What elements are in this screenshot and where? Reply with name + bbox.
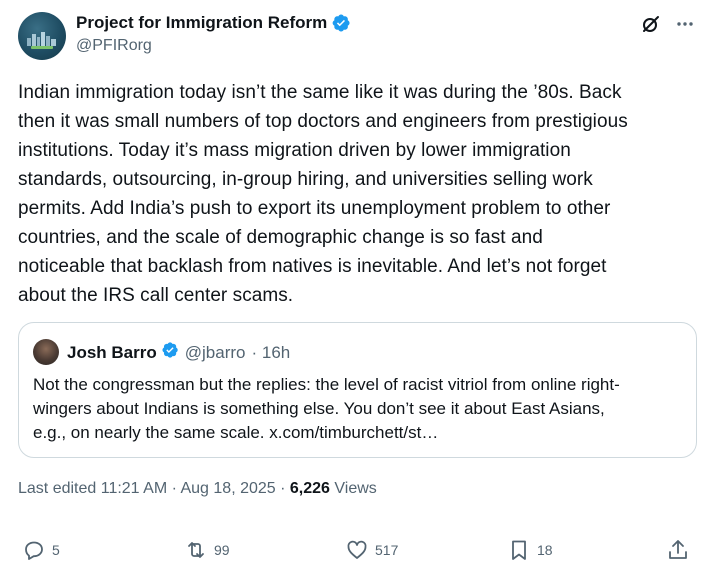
more-icon[interactable] xyxy=(675,14,695,34)
quote-tweet-card[interactable]: Josh Barro @jbarro · 16h Not the congres… xyxy=(18,322,697,458)
repost-count: 99 xyxy=(214,542,230,558)
bookmark-button[interactable]: 18 xyxy=(507,538,553,562)
quote-author-name: Josh Barro xyxy=(67,342,157,362)
avatar-logo-bar xyxy=(31,46,53,49)
share-button[interactable] xyxy=(666,538,690,562)
quote-author-handle: @jbarro xyxy=(184,342,246,362)
tweet-text: Indian immigration today isn’t the same … xyxy=(18,82,628,306)
top-actions xyxy=(641,14,695,34)
edited-timestamp[interactable]: Last edited 11:21 AM · Aug 18, 2025 · xyxy=(18,480,290,497)
action-bar: 5 99 517 18 xyxy=(0,538,705,568)
bookmark-count: 18 xyxy=(537,542,553,558)
grok-icon[interactable] xyxy=(641,14,661,34)
like-icon xyxy=(347,540,367,559)
verified-badge-icon xyxy=(331,13,351,33)
quote-header: Josh Barro @jbarro · 16h xyxy=(67,341,290,364)
author-handle[interactable]: @PFIRorg xyxy=(76,37,152,55)
repost-button[interactable]: 99 xyxy=(184,538,230,562)
views-count: 6,226 xyxy=(289,480,330,497)
like-button[interactable]: 517 xyxy=(345,538,398,562)
avatar-skyline-graphic xyxy=(27,32,56,46)
like-count: 517 xyxy=(375,542,399,558)
author-name[interactable]: Project for Immigration Reform xyxy=(76,13,327,33)
reply-button[interactable]: 5 xyxy=(22,538,60,562)
author-name-row: Project for Immigration Reform xyxy=(76,13,351,33)
bookmark-icon xyxy=(512,540,526,560)
tweet-meta: Last edited 11:21 AM · Aug 18, 2025 · 6,… xyxy=(18,480,377,498)
verified-badge-icon xyxy=(161,341,179,364)
repost-icon xyxy=(188,542,204,558)
reply-icon xyxy=(25,541,43,560)
quote-text: Not the congressman but the replies: the… xyxy=(33,375,620,442)
share-icon xyxy=(669,540,687,559)
reply-count: 5 xyxy=(52,542,60,558)
views-label: Views xyxy=(329,480,377,497)
author-avatar[interactable] xyxy=(18,12,66,60)
quote-author-avatar xyxy=(33,339,59,365)
quote-timestamp: · 16h xyxy=(251,342,291,362)
